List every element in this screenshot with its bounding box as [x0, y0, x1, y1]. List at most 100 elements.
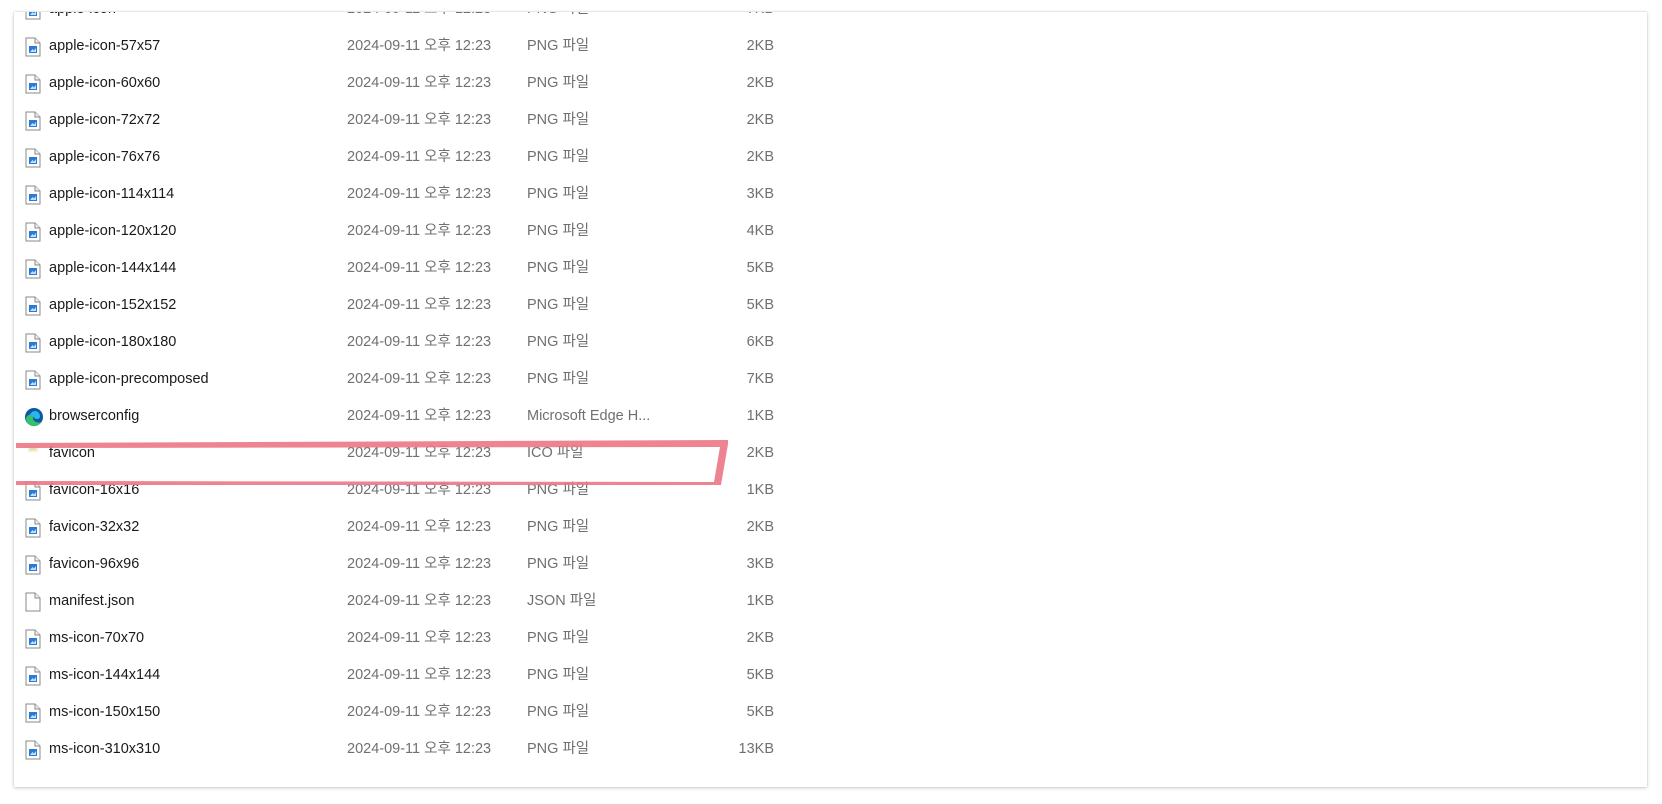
file-row-favicon-16x16[interactable]: favicon-16x16 2024-09-11 오후 12:23 PNG 파일 1K…: [14, 472, 1647, 509]
file-name: apple-icon-57x57: [49, 38, 161, 54]
file-type: PNG 파일: [527, 630, 590, 646]
file-type: PNG 파일: [527, 556, 590, 572]
file-name: apple-icon-precomposed: [49, 371, 209, 387]
file-name: favicon-32x32: [49, 519, 140, 535]
png-file-icon: [24, 555, 42, 575]
file-row-apple-icon[interactable]: apple-icon 2024-09-11 오후 12:23 PNG 파일 7KB: [14, 12, 1647, 28]
png-file-icon: [24, 37, 42, 57]
png-file-icon: [24, 259, 42, 279]
file-row-apple-icon-57x57[interactable]: apple-icon-57x57 2024-09-11 오후 12:23 PNG 파…: [14, 28, 1647, 65]
file-name: apple-icon-114x114: [49, 186, 175, 202]
png-file-icon: [24, 74, 42, 94]
file-type: PNG 파일: [527, 112, 590, 128]
png-file-icon: [24, 296, 42, 316]
file-type: PNG 파일: [527, 334, 590, 350]
file-size: 1KB: [746, 482, 774, 498]
file-date-modified: 2024-09-11 오후 12:23: [347, 12, 491, 28]
file-row-apple-icon-144x144[interactable]: apple-icon-144x144 2024-09-11 오후 12:23 PNG…: [14, 250, 1647, 287]
file-date-modified: 2024-09-11 오후 12:23: [347, 371, 492, 387]
file-name: favicon-96x96: [49, 556, 140, 572]
file-row-favicon-96x96[interactable]: favicon-96x96 2024-09-11 오후 12:23 PNG 파일 3K…: [14, 546, 1647, 583]
file-row-ms-icon-150x150[interactable]: ms-icon-150x150 2024-09-11 오후 12:23 PNG 파일…: [14, 694, 1647, 731]
file-row-apple-icon-76x76[interactable]: apple-icon-76x76 2024-09-11 오후 12:23 PNG 파…: [14, 139, 1647, 176]
file-name: apple-icon-60x60: [49, 75, 161, 91]
file-date-modified: 2024-09-11 오후 12:23: [347, 149, 492, 165]
file-date-modified: 2024-09-11 오후 12:23: [347, 482, 492, 498]
file-row-ms-icon-144x144[interactable]: ms-icon-144x144 2024-09-11 오후 12:23 PNG 파일…: [14, 657, 1647, 694]
file-type: PNG 파일: [527, 12, 589, 28]
file-name: browserconfig: [49, 408, 140, 424]
file-size: 1KB: [746, 408, 774, 424]
png-file-icon: [24, 148, 42, 168]
file-row-ms-icon-310x310[interactable]: ms-icon-310x310 2024-09-11 오후 12:23 PNG 파일…: [14, 731, 1647, 768]
file-date-modified: 2024-09-11 오후 12:23: [347, 519, 492, 535]
file-date-modified: 2024-09-11 오후 12:23: [347, 186, 492, 202]
file-type: PNG 파일: [527, 741, 590, 757]
png-file-icon: [24, 740, 42, 760]
file-name: manifest.json: [49, 593, 135, 609]
ico-file-icon: [24, 444, 42, 464]
file-name: apple-icon-76x76: [49, 149, 161, 165]
file-type: Microsoft Edge H...: [527, 408, 651, 424]
file-name: ms-icon-144x144: [49, 667, 161, 683]
png-file-icon: [24, 185, 42, 205]
file-type: JSON 파일: [527, 593, 597, 609]
file-row-apple-icon-60x60[interactable]: apple-icon-60x60 2024-09-11 오후 12:23 PNG 파…: [14, 65, 1647, 102]
file-size: 2KB: [746, 445, 774, 461]
file-name: ms-icon-150x150: [49, 704, 161, 720]
file-row-favicon[interactable]: favicon 2024-09-11 오후 12:23 ICO 파일 2KB: [14, 435, 1647, 472]
png-file-icon: [24, 703, 42, 723]
file-type: PNG 파일: [527, 38, 590, 54]
file-name: favicon: [49, 445, 95, 461]
file-type: PNG 파일: [527, 519, 590, 535]
file-size: 5KB: [746, 260, 774, 276]
png-file-icon: [24, 666, 42, 686]
file-name: favicon-16x16: [49, 482, 140, 498]
file-explorer-window: apple-icon 2024-09-11 오후 12:23 PNG 파일 7KB a…: [14, 12, 1647, 787]
file-name: apple-icon: [49, 12, 116, 28]
file-size: 2KB: [746, 149, 774, 165]
file-size: 2KB: [746, 75, 774, 91]
file-date-modified: 2024-09-11 오후 12:23: [347, 260, 492, 276]
file-type: PNG 파일: [527, 704, 590, 720]
file-date-modified: 2024-09-11 오후 12:23: [347, 704, 492, 720]
file-type: PNG 파일: [527, 297, 590, 313]
file-date-modified: 2024-09-11 오후 12:23: [347, 630, 492, 646]
file-row-apple-icon-152x152[interactable]: apple-icon-152x152 2024-09-11 오후 12:23 PNG…: [14, 287, 1647, 324]
png-file-icon: [24, 370, 42, 390]
png-file-icon: [24, 629, 42, 649]
file-type: PNG 파일: [527, 223, 590, 239]
file-row-favicon-32x32[interactable]: favicon-32x32 2024-09-11 오후 12:23 PNG 파일 2K…: [14, 509, 1647, 546]
file-size: 5KB: [746, 297, 774, 313]
file-name: apple-icon-152x152: [49, 297, 177, 313]
file-size: 5KB: [746, 704, 774, 720]
file-size: 2KB: [746, 630, 774, 646]
file-date-modified: 2024-09-11 오후 12:23: [347, 297, 492, 313]
file-date-modified: 2024-09-11 오후 12:23: [347, 408, 492, 424]
file-row-apple-icon-72x72[interactable]: apple-icon-72x72 2024-09-11 오후 12:23 PNG 파…: [14, 102, 1647, 139]
file-type: PNG 파일: [527, 186, 590, 202]
file-row-apple-icon-120x120[interactable]: apple-icon-120x120 2024-09-11 오후 12:23 PNG…: [14, 213, 1647, 250]
png-file-icon: [24, 222, 42, 242]
file-size: 13KB: [738, 741, 774, 757]
file-row-manifest.json[interactable]: manifest.json 2024-09-11 오후 12:23 JSON 파일 1…: [14, 583, 1647, 620]
png-file-icon: [24, 111, 42, 131]
file-name: ms-icon-70x70: [49, 630, 145, 646]
file-name: apple-icon-72x72: [49, 112, 161, 128]
file-size: 5KB: [746, 667, 774, 683]
file-date-modified: 2024-09-11 오후 12:23: [347, 334, 492, 350]
file-date-modified: 2024-09-11 오후 12:23: [347, 223, 492, 239]
file-size: 4KB: [746, 223, 774, 239]
file-name: ms-icon-310x310: [49, 741, 161, 757]
file-row-browserconfig[interactable]: browserconfig 2024-09-11 오후 12:23 Microsof…: [14, 398, 1647, 435]
file-type: ICO 파일: [527, 445, 584, 461]
file-size: 7KB: [664, 12, 774, 28]
file-row-apple-icon-180x180[interactable]: apple-icon-180x180 2024-09-11 오후 12:23 PNG…: [14, 324, 1647, 361]
file-size: 2KB: [746, 38, 774, 54]
file-date-modified: 2024-09-11 오후 12:23: [347, 593, 492, 609]
file-row-ms-icon-70x70[interactable]: ms-icon-70x70 2024-09-11 오후 12:23 PNG 파일 2K…: [14, 620, 1647, 657]
file-row-apple-icon-114x114[interactable]: apple-icon-114x114 2024-09-11 오후 12:23 PNG…: [14, 176, 1647, 213]
file-type: PNG 파일: [527, 371, 590, 387]
file-size: 2KB: [746, 112, 774, 128]
file-row-apple-icon-precomposed[interactable]: apple-icon-precomposed 2024-09-11 오후 12:2…: [14, 361, 1647, 398]
